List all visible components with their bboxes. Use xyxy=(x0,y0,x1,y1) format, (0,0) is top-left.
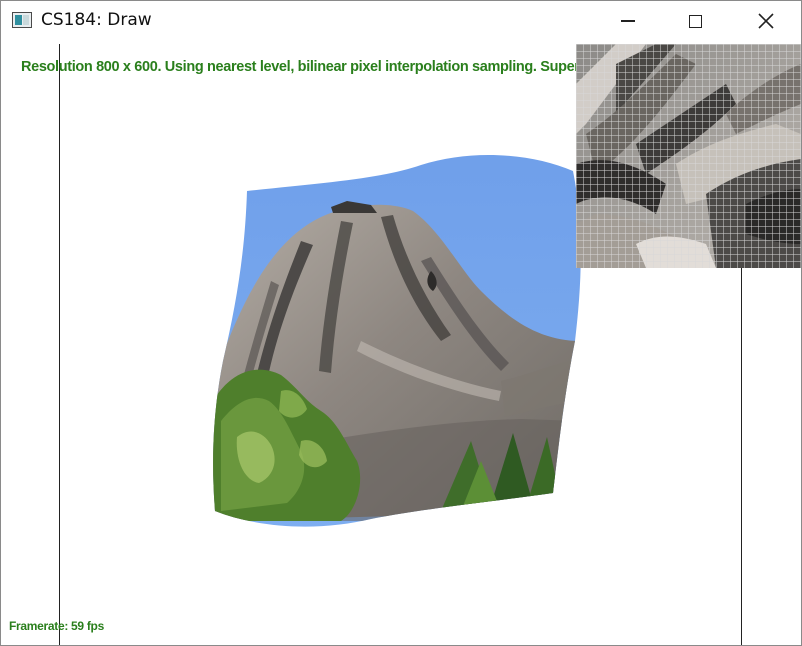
left-guide-line xyxy=(59,44,60,645)
framerate-label: Framerate: 59 fps xyxy=(9,619,104,633)
window-title: CS184: Draw xyxy=(41,10,152,30)
minimize-button[interactable] xyxy=(605,1,651,41)
zoom-inset xyxy=(576,44,801,268)
minimize-icon xyxy=(621,20,635,22)
app-icon xyxy=(12,12,32,28)
right-guide-line xyxy=(741,268,742,645)
app-window: CS184: Draw Resolution 800 x 600. Using … xyxy=(0,0,802,646)
maximize-button[interactable] xyxy=(672,1,718,41)
maximize-icon xyxy=(688,14,702,28)
drawing-canvas[interactable]: Resolution 800 x 600. Using nearest leve… xyxy=(1,41,801,645)
zoom-pixel-grid xyxy=(576,44,801,268)
close-icon xyxy=(758,13,774,29)
close-button[interactable] xyxy=(743,1,789,41)
title-bar[interactable]: CS184: Draw xyxy=(1,1,801,41)
